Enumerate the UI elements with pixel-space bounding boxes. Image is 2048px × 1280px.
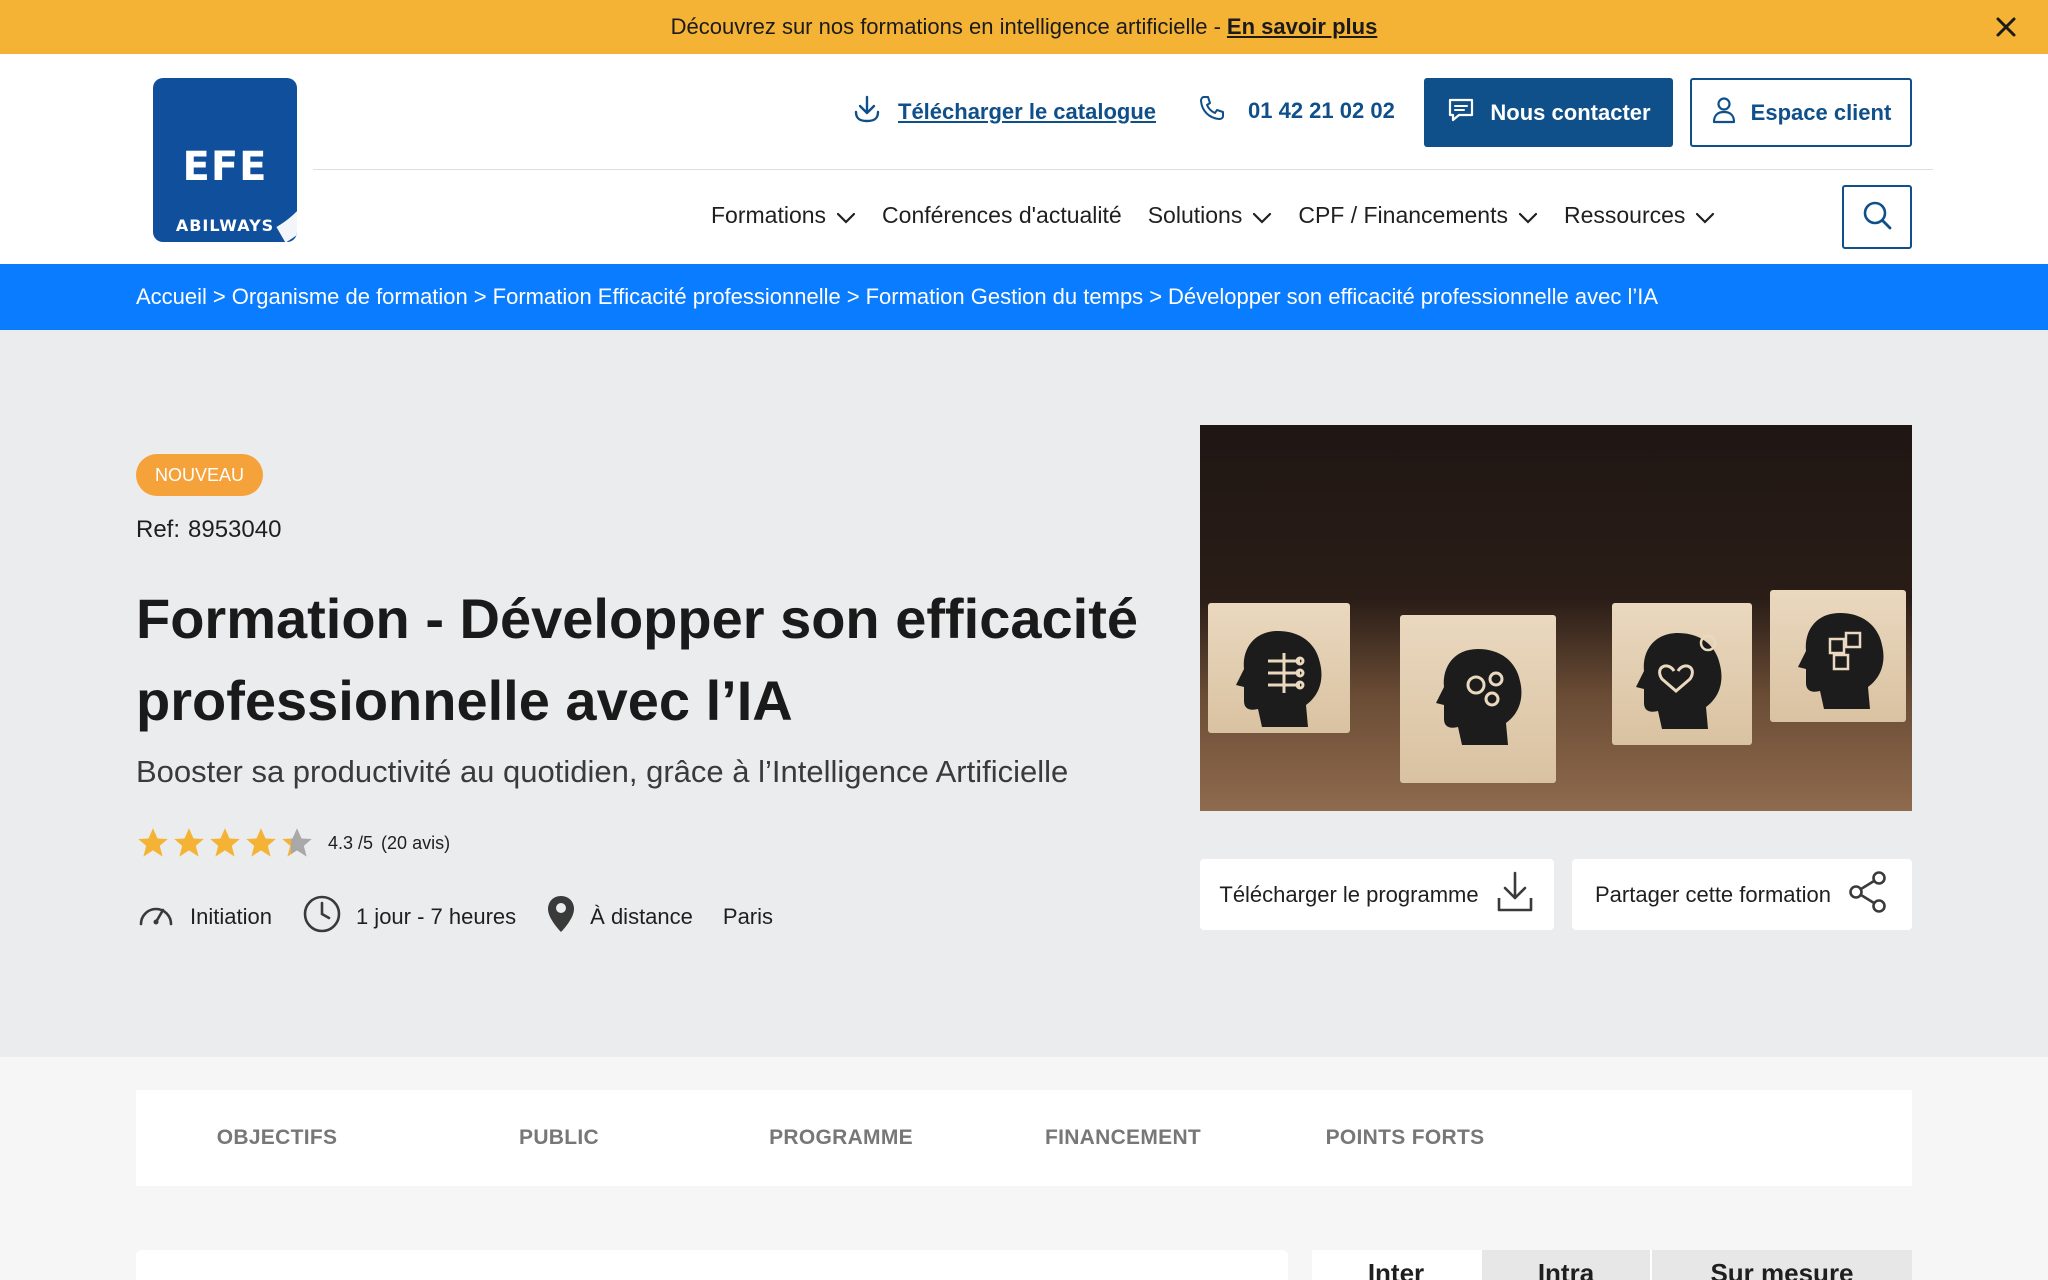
share-icon	[1847, 870, 1889, 920]
main-nav: Formations Conférences d'actualité Solut…	[711, 202, 1741, 229]
share-label: Partager cette formation	[1594, 881, 1831, 907]
download-catalog-link[interactable]: Télécharger le catalogue	[852, 94, 1156, 130]
nav-item-cpf-financements[interactable]: CPF / Financements	[1298, 202, 1538, 229]
location-mode: À distance	[590, 904, 693, 929]
close-icon[interactable]	[1992, 13, 2020, 41]
course-meta: Initiation 1 jour - 7 heures À distance …	[136, 894, 803, 940]
nav-item-solutions[interactable]: Solutions	[1148, 202, 1273, 229]
course-content-card	[136, 1250, 1288, 1280]
share-button[interactable]: Partager cette formation	[1572, 859, 1912, 930]
course-title: Formation - Développer son efficacité pr…	[136, 587, 1138, 732]
tab-points-forts[interactable]: POINTS FORTS	[1264, 1126, 1546, 1150]
breadcrumb-item-current: Développer son efficacité professionnell…	[1168, 284, 1659, 309]
nav-item-ressources[interactable]: Ressources	[1564, 202, 1715, 229]
tab-public[interactable]: PUBLIC	[418, 1126, 700, 1150]
clock-icon	[302, 894, 342, 940]
star-icon	[246, 828, 276, 857]
level-text: Initiation	[190, 904, 272, 929]
star-icon	[282, 828, 312, 857]
client-space-label: Espace client	[1750, 99, 1892, 125]
site-header: EFE ABILWAYS Télécharger le catalogue 01…	[0, 54, 2048, 264]
search-button[interactable]	[1842, 185, 1912, 249]
breadcrumb-item-gestion-temps[interactable]: Formation Gestion du temps	[866, 284, 1144, 310]
new-badge: NOUVEAU	[136, 454, 264, 496]
duration-info: 1 jour - 7 heures	[302, 894, 516, 940]
breadcrumb-item-organisme[interactable]: Organisme de formation	[232, 284, 468, 310]
course-reference: Ref: 8953040	[136, 516, 282, 543]
phone-icon	[1198, 94, 1226, 128]
location-city: Paris	[722, 904, 774, 929]
download-program-label: Télécharger le programme	[1219, 881, 1479, 907]
promo-banner-text: Découvrez sur nos formations en intellig…	[670, 14, 1221, 39]
header-divider	[313, 169, 1933, 170]
star-icon	[210, 828, 240, 857]
duration-text: 1 jour - 7 heures	[355, 904, 517, 929]
tab-sur-mesure[interactable]: Sur mesure	[1650, 1250, 1912, 1280]
user-icon	[1711, 96, 1737, 130]
location-info: À distance Paris	[546, 894, 773, 940]
contact-button[interactable]: Nous contacter	[1424, 78, 1673, 147]
course-image	[1200, 425, 1912, 811]
breadcrumb-item-efficacite[interactable]: Formation Efficacité professionnelle	[493, 284, 841, 310]
download-icon	[852, 94, 882, 130]
nav-item-formations[interactable]: Formations	[711, 202, 856, 229]
rating-score: 4.3 /5	[328, 832, 374, 853]
session-mode-tabs: Inter Intra Sur mesure	[1312, 1250, 1912, 1280]
download-icon	[1495, 870, 1535, 920]
chevron-down-icon	[836, 212, 856, 224]
promo-banner: Découvrez sur nos formations en intellig…	[0, 0, 2048, 54]
tab-intra[interactable]: Intra	[1480, 1250, 1650, 1280]
section-tabs: OBJECTIFS PUBLIC PROGRAMME FINANCEMENT P…	[136, 1090, 1912, 1186]
tab-objectifs[interactable]: OBJECTIFS	[136, 1126, 418, 1150]
star-icon	[174, 828, 204, 857]
contact-button-label: Nous contacter	[1490, 99, 1651, 125]
speedometer-icon	[136, 898, 176, 936]
star-rating	[136, 826, 314, 860]
download-catalog-label: Télécharger le catalogue	[898, 99, 1156, 124]
tab-financement[interactable]: FINANCEMENT	[982, 1126, 1264, 1150]
location-pin-icon	[546, 894, 576, 940]
tab-programme[interactable]: PROGRAMME	[700, 1126, 982, 1150]
phone-number: 01 42 21 02 02	[1248, 98, 1395, 123]
efe-abilways-logo[interactable]: EFE ABILWAYS	[153, 78, 297, 242]
course-subtitle: Booster sa productivité au quotidien, gr…	[136, 754, 1069, 789]
star-icon	[138, 828, 168, 857]
breadcrumb: Accueil > Organisme de formation > Forma…	[0, 264, 2048, 330]
chat-bubble-icon	[1446, 96, 1476, 130]
course-rating: 4.3 /5 (20 avis)	[136, 826, 450, 860]
breadcrumb-item-home[interactable]: Accueil	[136, 284, 207, 310]
nav-item-conferences[interactable]: Conférences d'actualité	[882, 202, 1122, 229]
promo-banner-link[interactable]: En savoir plus	[1227, 14, 1377, 40]
search-icon	[1861, 199, 1893, 236]
client-space-button[interactable]: Espace client	[1690, 78, 1912, 147]
download-program-button[interactable]: Télécharger le programme	[1200, 859, 1554, 930]
chevron-down-icon	[1518, 212, 1538, 224]
rating-reviews: (20 avis)	[381, 832, 451, 853]
chevron-down-icon	[1253, 212, 1272, 224]
course-hero: NOUVEAU Ref: 8953040 Formation - Développ…	[0, 330, 2048, 1057]
chevron-down-icon	[1696, 212, 1715, 224]
tab-inter[interactable]: Inter	[1312, 1250, 1480, 1280]
level-info: Initiation	[136, 898, 272, 936]
phone-link[interactable]: 01 42 21 02 02	[1198, 94, 1395, 128]
